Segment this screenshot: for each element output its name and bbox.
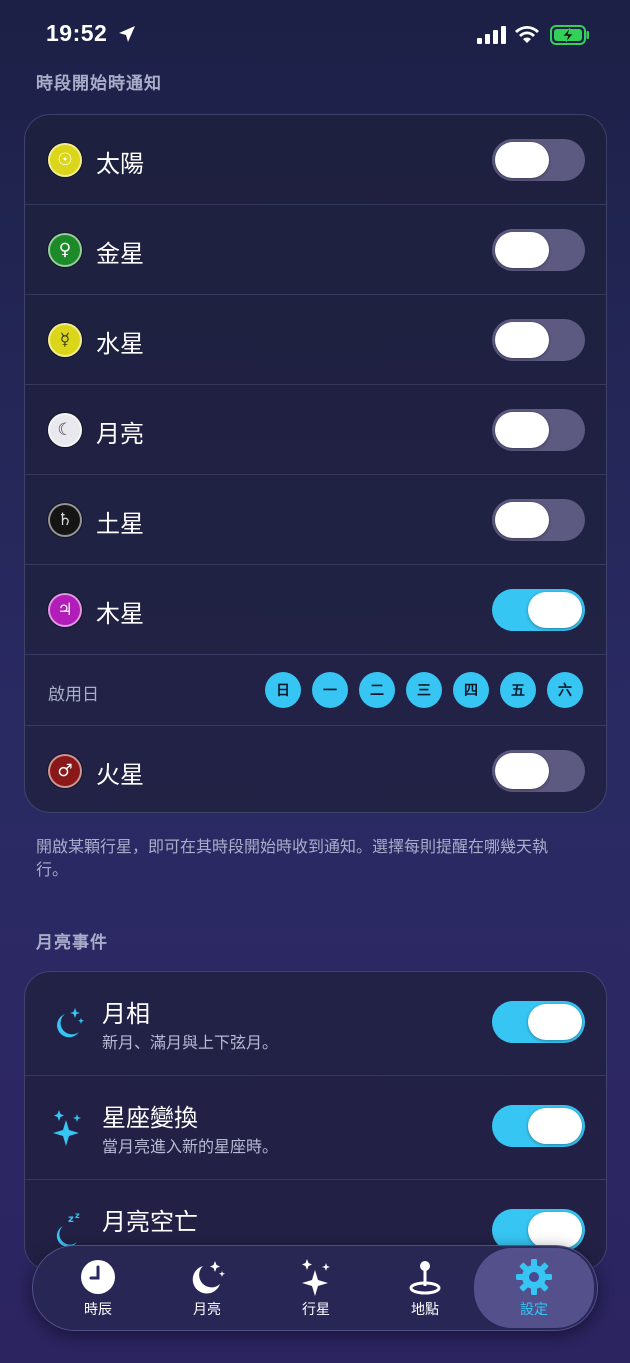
mars-toggle[interactable] xyxy=(492,750,585,792)
clock-icon xyxy=(81,1260,115,1294)
sun-icon: ☉ xyxy=(48,143,82,177)
planet-row-moon: ☾ 月亮 xyxy=(25,385,606,475)
moon-event-title: 月相 xyxy=(102,1000,150,1028)
sign-change-toggle[interactable] xyxy=(492,1105,585,1147)
planet-row-mars: ♂ 火星 xyxy=(25,726,606,812)
svg-text:z: z xyxy=(68,1214,74,1225)
day-tue-button[interactable]: 二 xyxy=(359,672,395,708)
active-days-label: 啟用日 xyxy=(48,685,99,705)
location-pin-icon xyxy=(409,1261,441,1295)
sparkles-icon xyxy=(53,1110,81,1146)
moon-event-row-sign-change: 星座變換 當月亮進入新的星座時。 xyxy=(25,1076,606,1180)
toggle-knob xyxy=(528,1212,582,1248)
toggle-knob xyxy=(495,232,549,268)
moon-event-row-phases: 月相 新月、滿月與上下弦月。 xyxy=(25,972,606,1076)
status-time: 19:52 xyxy=(46,20,108,46)
planet-row-jupiter: ♃ 木星 xyxy=(25,565,606,655)
tab-hours[interactable]: 時辰 xyxy=(46,1246,150,1330)
moon-event-subtitle: 新月、滿月與上下弦月。 xyxy=(102,1033,279,1052)
mercury-toggle[interactable] xyxy=(492,319,585,361)
planet-notifications-card: ☉ 太陽 ♀ 金星 ☿ 水星 ☾ 月亮 ♄ 土星 ♃ 木星 啟用日 日 一 二 … xyxy=(24,114,607,813)
planet-row-saturn: ♄ 土星 xyxy=(25,475,606,565)
tab-location[interactable]: 地點 xyxy=(373,1246,477,1330)
planet-row-sun: ☉ 太陽 xyxy=(25,115,606,205)
tab-label: 地點 xyxy=(411,1302,439,1318)
battery-charging-icon xyxy=(550,25,589,45)
tab-label: 月亮 xyxy=(193,1302,221,1318)
planet-label: 金星 xyxy=(96,240,144,268)
planet-label: 火星 xyxy=(96,761,144,789)
jupiter-icon: ♃ xyxy=(48,593,82,627)
toggle-knob xyxy=(495,142,549,178)
planet-label: 太陽 xyxy=(96,150,144,178)
day-sat-button[interactable]: 六 xyxy=(547,672,583,708)
tab-moon[interactable]: 月亮 xyxy=(155,1246,259,1330)
mars-icon: ♂ xyxy=(48,754,82,788)
planet-row-venus: ♀ 金星 xyxy=(25,205,606,295)
tab-planets[interactable]: 行星 xyxy=(264,1246,368,1330)
toggle-knob xyxy=(528,592,582,628)
saturn-toggle[interactable] xyxy=(492,499,585,541)
section-title-planets: 時段開始時通知 xyxy=(36,74,162,94)
toggle-knob xyxy=(528,1004,582,1040)
moon-event-title: 月亮空亡 xyxy=(102,1208,198,1236)
wifi-icon xyxy=(515,26,539,43)
planet-label: 月亮 xyxy=(96,420,144,448)
moon-event-title: 星座變換 xyxy=(102,1104,198,1132)
saturn-icon: ♄ xyxy=(48,503,82,537)
tab-label: 設定 xyxy=(520,1302,548,1318)
gear-icon xyxy=(516,1259,552,1295)
moon-zzz-icon: z z xyxy=(56,1211,80,1247)
planet-label: 水星 xyxy=(96,330,144,358)
mercury-icon: ☿ xyxy=(48,323,82,357)
moon-stars-icon xyxy=(57,1008,84,1038)
day-sun-button[interactable]: 日 xyxy=(265,672,301,708)
sparkles-icon xyxy=(302,1259,330,1296)
day-mon-button[interactable]: 一 xyxy=(312,672,348,708)
svg-text:z: z xyxy=(75,1211,80,1220)
moon-events-card: 月相 新月、滿月與上下弦月。 星座變換 當月亮進入新的星座時。 z z 月亮空亡 xyxy=(24,971,607,1271)
active-days-row: 啟用日 日 一 二 三 四 五 六 xyxy=(25,655,606,726)
moon-toggle[interactable] xyxy=(492,409,585,451)
tab-settings[interactable]: 設定 xyxy=(474,1248,594,1328)
planet-row-mercury: ☿ 水星 xyxy=(25,295,606,385)
planet-label: 木星 xyxy=(96,600,144,628)
toggle-knob xyxy=(495,412,549,448)
moon-phases-toggle[interactable] xyxy=(492,1001,585,1043)
status-bar: 19:52 xyxy=(0,0,630,70)
tab-label: 時辰 xyxy=(84,1302,112,1318)
sun-toggle[interactable] xyxy=(492,139,585,181)
toggle-knob xyxy=(495,322,549,358)
tab-bar: 時辰 月亮 行星 地點 設定 xyxy=(32,1245,598,1331)
tab-label: 行星 xyxy=(302,1302,330,1318)
toggle-knob xyxy=(528,1108,582,1144)
venus-icon: ♀ xyxy=(48,233,82,267)
day-wed-button[interactable]: 三 xyxy=(406,672,442,708)
toggle-knob xyxy=(495,753,549,789)
cellular-signal-icon xyxy=(477,26,506,44)
section-title-moon-events: 月亮事件 xyxy=(36,933,108,953)
moon-stars-icon xyxy=(192,1261,225,1294)
moon-event-subtitle: 當月亮進入新的星座時。 xyxy=(102,1137,279,1156)
moon-icon: ☾ xyxy=(48,413,82,447)
day-thu-button[interactable]: 四 xyxy=(453,672,489,708)
location-arrow-icon xyxy=(119,26,135,42)
jupiter-toggle[interactable] xyxy=(492,589,585,631)
planet-label: 土星 xyxy=(96,510,144,538)
day-fri-button[interactable]: 五 xyxy=(500,672,536,708)
venus-toggle[interactable] xyxy=(492,229,585,271)
planet-footnote: 開啟某顆行星，即可在其時段開始時收到通知。選擇每則提醒在哪幾天執行。 xyxy=(36,837,549,879)
toggle-knob xyxy=(495,502,549,538)
